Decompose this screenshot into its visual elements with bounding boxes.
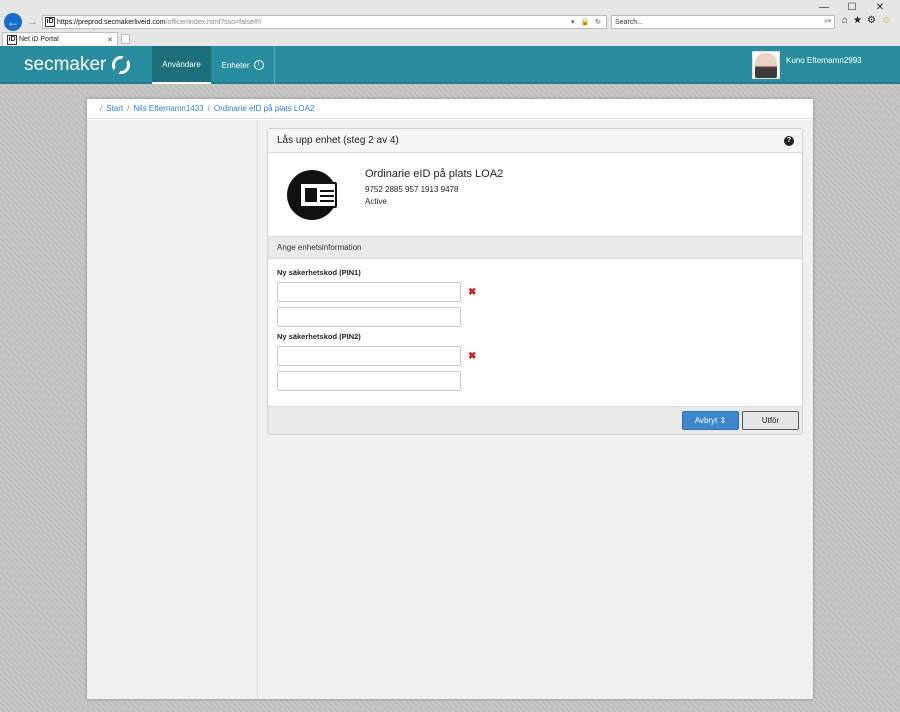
device-name: Ordinarie eID på plats LOA2 bbox=[365, 168, 504, 180]
unlock-device-card: Lås upp enhet (steg 2 av 4) ? Ordinarie … bbox=[267, 128, 803, 435]
breadcrumb-separator: / bbox=[127, 104, 130, 113]
window-controls: — ☐ ✕ bbox=[810, 2, 894, 14]
address-bar[interactable]: iD https://preprod.secmakerliveid.com /o… bbox=[42, 15, 607, 29]
breadcrumb-separator: / bbox=[207, 104, 210, 113]
device-status: Active bbox=[365, 197, 387, 206]
help-icon[interactable]: ? bbox=[784, 136, 794, 146]
pin2-input[interactable] bbox=[277, 346, 461, 366]
forward-arrow-icon[interactable]: → bbox=[27, 15, 38, 29]
sort-arrows-icon: ⇕ bbox=[719, 416, 727, 425]
close-window-button[interactable]: ✕ bbox=[866, 2, 894, 14]
nav-devices-label: Enheter bbox=[221, 60, 250, 70]
pin2-confirm-input[interactable] bbox=[277, 371, 461, 391]
content-area: Lås upp enhet (steg 2 av 4) ? Ordinarie … bbox=[258, 120, 813, 699]
user-menu[interactable]: Kuno Efternamn2993 bbox=[752, 46, 900, 84]
nav-users-label: Användare bbox=[162, 59, 201, 69]
toolbar-icons: ⌂ ★ ⚙ ☺ bbox=[842, 15, 891, 26]
nav-users[interactable]: Användare bbox=[152, 46, 211, 84]
device-summary: Ordinarie eID på plats LOA2 9752 2885 95… bbox=[268, 153, 802, 237]
minimize-button[interactable]: — bbox=[810, 2, 838, 14]
user-name: Kuno Efternamn2993 bbox=[786, 55, 862, 65]
id-card-icon bbox=[287, 170, 337, 220]
search-box[interactable]: Search... ⌕▾ bbox=[611, 15, 835, 29]
pin1-input[interactable] bbox=[277, 282, 461, 302]
tab-close-icon[interactable]: ✕ bbox=[107, 36, 117, 44]
main-panel: / Start / Nils Efternamn1433 / Ordinarie… bbox=[87, 99, 813, 699]
cancel-button[interactable]: Avbryt ⇕ bbox=[682, 411, 739, 430]
nav-devices[interactable]: Enheter ! bbox=[211, 46, 275, 84]
card-footer: Avbryt ⇕ Utför bbox=[268, 406, 802, 434]
favorites-star-icon[interactable]: ★ bbox=[853, 15, 862, 26]
browser-tab[interactable]: iD Net iD Portal ✕ bbox=[2, 32, 118, 46]
back-arrow-icon[interactable]: ← bbox=[4, 13, 22, 31]
device-serial: 9752 2885 957 1913 9478 bbox=[365, 185, 459, 194]
breadcrumb-device[interactable]: Ordinarie eID på plats LOA2 bbox=[214, 104, 315, 113]
search-icon[interactable]: ⌕▾ bbox=[824, 18, 834, 26]
breadcrumb: / Start / Nils Efternamn1433 / Ordinarie… bbox=[87, 99, 813, 119]
site-favicon-icon: iD bbox=[45, 17, 55, 27]
url-path: /officer/index.html?sso=false#!/ bbox=[165, 18, 262, 26]
sidebar bbox=[87, 120, 258, 699]
logo-text: secmaker bbox=[24, 54, 107, 75]
address-lock-refresh-icons[interactable]: ▾ 🔒 ↻ bbox=[571, 18, 606, 26]
breadcrumb-user[interactable]: Nils Efternamn1433 bbox=[133, 104, 203, 113]
pin1-label: Ny säkerhetskod (PIN1) bbox=[277, 268, 361, 277]
settings-gear-icon[interactable]: ⚙ bbox=[867, 15, 876, 26]
card-header: Lås upp enhet (steg 2 av 4) ? bbox=[268, 129, 802, 153]
browser-chrome: — ☐ ✕ ← → iD https://preprod.secmakerliv… bbox=[0, 0, 900, 46]
search-placeholder: Search... bbox=[615, 18, 644, 26]
card-title: Lås upp enhet (steg 2 av 4) bbox=[277, 135, 399, 146]
new-tab-button[interactable] bbox=[121, 34, 130, 44]
breadcrumb-start[interactable]: Start bbox=[106, 104, 123, 113]
avatar bbox=[752, 51, 780, 79]
tab-title: Net iD Portal bbox=[19, 36, 59, 43]
cancel-label: Avbryt bbox=[694, 416, 718, 425]
pin2-label: Ny säkerhetskod (PIN2) bbox=[277, 332, 361, 341]
execute-button[interactable]: Utför bbox=[742, 411, 799, 430]
tab-favicon-icon: iD bbox=[7, 34, 17, 45]
logo-mark-icon bbox=[112, 56, 131, 74]
section-title: Ange enhetsinformation bbox=[277, 243, 362, 252]
section-header: Ange enhetsinformation bbox=[268, 237, 802, 259]
feedback-smiley-icon[interactable]: ☺ bbox=[881, 15, 891, 26]
pin-form: Ny säkerhetskod (PIN1) ✖ Ny säkerhetskod… bbox=[268, 259, 802, 406]
secmaker-logo[interactable]: secmaker bbox=[24, 54, 131, 76]
error-x-icon: ✖ bbox=[468, 350, 477, 362]
alert-badge-icon: ! bbox=[253, 60, 264, 70]
app-header: secmaker Användare Enheter ! Kuno Eftern… bbox=[0, 46, 900, 84]
maximize-button[interactable]: ☐ bbox=[838, 2, 866, 14]
home-icon[interactable]: ⌂ bbox=[842, 15, 848, 26]
error-x-icon: ✖ bbox=[468, 286, 477, 298]
breadcrumb-separator: / bbox=[100, 104, 103, 113]
execute-label: Utför bbox=[761, 416, 780, 425]
pin1-confirm-input[interactable] bbox=[277, 307, 461, 327]
url-host: https://preprod.secmakerliveid.com bbox=[57, 18, 166, 26]
